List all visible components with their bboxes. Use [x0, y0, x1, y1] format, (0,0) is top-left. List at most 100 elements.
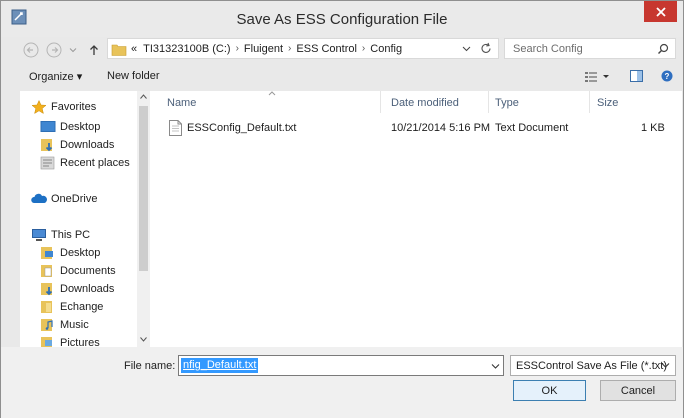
column-header-date[interactable]: Date modified	[391, 97, 459, 109]
file-name: ESSConfig_Default.txt	[187, 122, 297, 134]
breadcrumb-ess-control[interactable]: ESS Control	[296, 43, 357, 55]
file-name-label: File name:	[124, 360, 176, 372]
file-date-modified: 10/21/2014 5:16 PM	[391, 122, 491, 134]
address-history-dropdown[interactable]	[462, 44, 471, 56]
folder-icon	[111, 44, 127, 56]
ok-button[interactable]: OK	[513, 380, 586, 401]
sort-ascending-icon	[268, 91, 276, 96]
back-arrow-icon	[23, 42, 39, 58]
view-options-button[interactable]	[585, 71, 611, 85]
file-name-field[interactable]: nfig_Default.txt	[178, 355, 504, 376]
nav-favorites[interactable]: Favorites	[31, 99, 96, 115]
svg-text:?: ?	[665, 72, 670, 81]
nav-label: Downloads	[60, 139, 115, 151]
address-bar[interactable]: « TI31323100B (C:) › Fluigent › ESS Cont…	[107, 38, 499, 59]
view-list-icon	[585, 72, 609, 82]
save-as-dialog: Save As ESS Configuration File « TI31323…	[0, 0, 684, 418]
nav-pc-desktop[interactable]: Desktop	[40, 245, 100, 261]
breadcrumb-fluigent[interactable]: Fluigent	[244, 43, 283, 55]
file-name-dropdown[interactable]	[489, 359, 501, 373]
column-divider[interactable]	[380, 91, 381, 113]
breadcrumb-separator[interactable]: ›	[288, 43, 291, 54]
computer-icon	[32, 229, 46, 241]
nav-fav-recent-places[interactable]: Recent places	[40, 155, 130, 171]
nav-this-pc[interactable]: This PC	[31, 227, 90, 243]
new-folder-button[interactable]: New folder	[107, 70, 160, 82]
column-header-name[interactable]: Name	[167, 97, 196, 109]
cancel-button[interactable]: Cancel	[600, 380, 676, 401]
nav-label: Recent places	[60, 157, 130, 169]
nav-pc-music[interactable]: Music	[40, 317, 89, 333]
chevron-down-icon	[661, 363, 670, 368]
close-icon	[655, 6, 666, 17]
forward-button[interactable]	[45, 41, 63, 59]
nav-pc-pictures[interactable]: Pictures	[40, 335, 100, 347]
nav-label: OneDrive	[51, 193, 98, 205]
column-divider[interactable]	[488, 91, 489, 113]
breadcrumb-drive[interactable]: TI31323100B (C:)	[143, 43, 230, 55]
folder-icon	[41, 301, 52, 313]
file-type-value: ESSControl Save As File (*.txt)	[516, 360, 667, 372]
documents-folder-icon	[41, 265, 52, 277]
column-header-size[interactable]: Size	[597, 97, 618, 109]
nav-fav-desktop[interactable]: Desktop	[40, 119, 100, 135]
breadcrumb-separator[interactable]: ›	[362, 43, 365, 54]
nav-label: Documents	[60, 265, 116, 277]
pictures-folder-icon	[41, 337, 52, 347]
refresh-button[interactable]	[480, 42, 492, 58]
text-file-icon	[169, 120, 182, 136]
scroll-down-icon[interactable]	[140, 337, 147, 342]
window-title: Save As ESS Configuration File	[236, 11, 448, 28]
command-bar: Organize ▾ New folder ?	[1, 65, 683, 88]
nav-label: Favorites	[51, 101, 97, 113]
preview-pane-icon	[630, 70, 643, 82]
nav-onedrive[interactable]: OneDrive	[31, 191, 97, 207]
file-type-select[interactable]: ESSControl Save As File (*.txt)	[510, 355, 676, 376]
refresh-icon	[481, 42, 491, 53]
onedrive-cloud-icon	[31, 193, 47, 203]
nav-label: Music	[60, 319, 89, 331]
file-type: Text Document	[495, 122, 569, 134]
column-divider[interactable]	[589, 91, 590, 113]
chevron-down-icon	[462, 46, 471, 52]
search-icon[interactable]	[657, 43, 669, 55]
nav-label: This PC	[51, 229, 91, 241]
nav-label: Desktop	[60, 247, 101, 259]
recent-locations-button[interactable]	[64, 41, 82, 59]
nav-pc-downloads[interactable]: Downloads	[40, 281, 114, 297]
nav-label: Desktop	[60, 121, 101, 133]
breadcrumb-overflow[interactable]: «	[131, 43, 137, 55]
desktop-folder-icon	[41, 247, 53, 259]
nav-pane-scrollbar[interactable]	[137, 91, 150, 347]
star-icon	[31, 100, 47, 114]
back-button[interactable]	[22, 41, 40, 59]
close-button[interactable]	[644, 1, 677, 22]
address-row: « TI31323100B (C:) › Fluigent › ESS Cont…	[1, 37, 683, 61]
up-button[interactable]	[85, 41, 103, 59]
nav-pc-documents[interactable]: Documents	[40, 263, 116, 279]
help-button[interactable]: ?	[661, 70, 673, 85]
chevron-down-icon	[491, 363, 499, 369]
music-folder-icon	[41, 319, 53, 331]
scroll-up-icon[interactable]	[140, 94, 147, 99]
content-area: Favorites Desktop Downloads Recent place…	[20, 91, 682, 347]
nav-fav-downloads[interactable]: Downloads	[40, 137, 114, 153]
column-header-type[interactable]: Type	[495, 97, 519, 109]
nav-pc-echange[interactable]: Echange	[40, 299, 103, 315]
title-bar: Save As ESS Configuration File	[1, 1, 683, 37]
search-box[interactable]: Search Config	[504, 38, 676, 59]
forward-arrow-icon	[46, 42, 62, 58]
organize-menu[interactable]: Organize ▾	[29, 70, 82, 83]
preview-pane-button[interactable]	[630, 70, 643, 85]
scrollbar-thumb[interactable]	[139, 106, 148, 271]
chevron-down-icon	[69, 48, 77, 53]
search-input[interactable]: Search Config	[513, 43, 583, 55]
breadcrumb-config[interactable]: Config	[370, 43, 402, 55]
file-list: Name Date modified Type Size ESSConfig_D…	[151, 91, 682, 347]
file-size: 1 KB	[641, 122, 665, 134]
nav-label: Downloads	[60, 283, 115, 295]
downloads-folder-icon	[41, 283, 53, 296]
file-name-input[interactable]: nfig_Default.txt	[181, 358, 259, 373]
breadcrumb-separator[interactable]: ›	[236, 43, 239, 54]
file-row[interactable]: ESSConfig_Default.txt 10/21/2014 5:16 PM…	[165, 119, 675, 137]
